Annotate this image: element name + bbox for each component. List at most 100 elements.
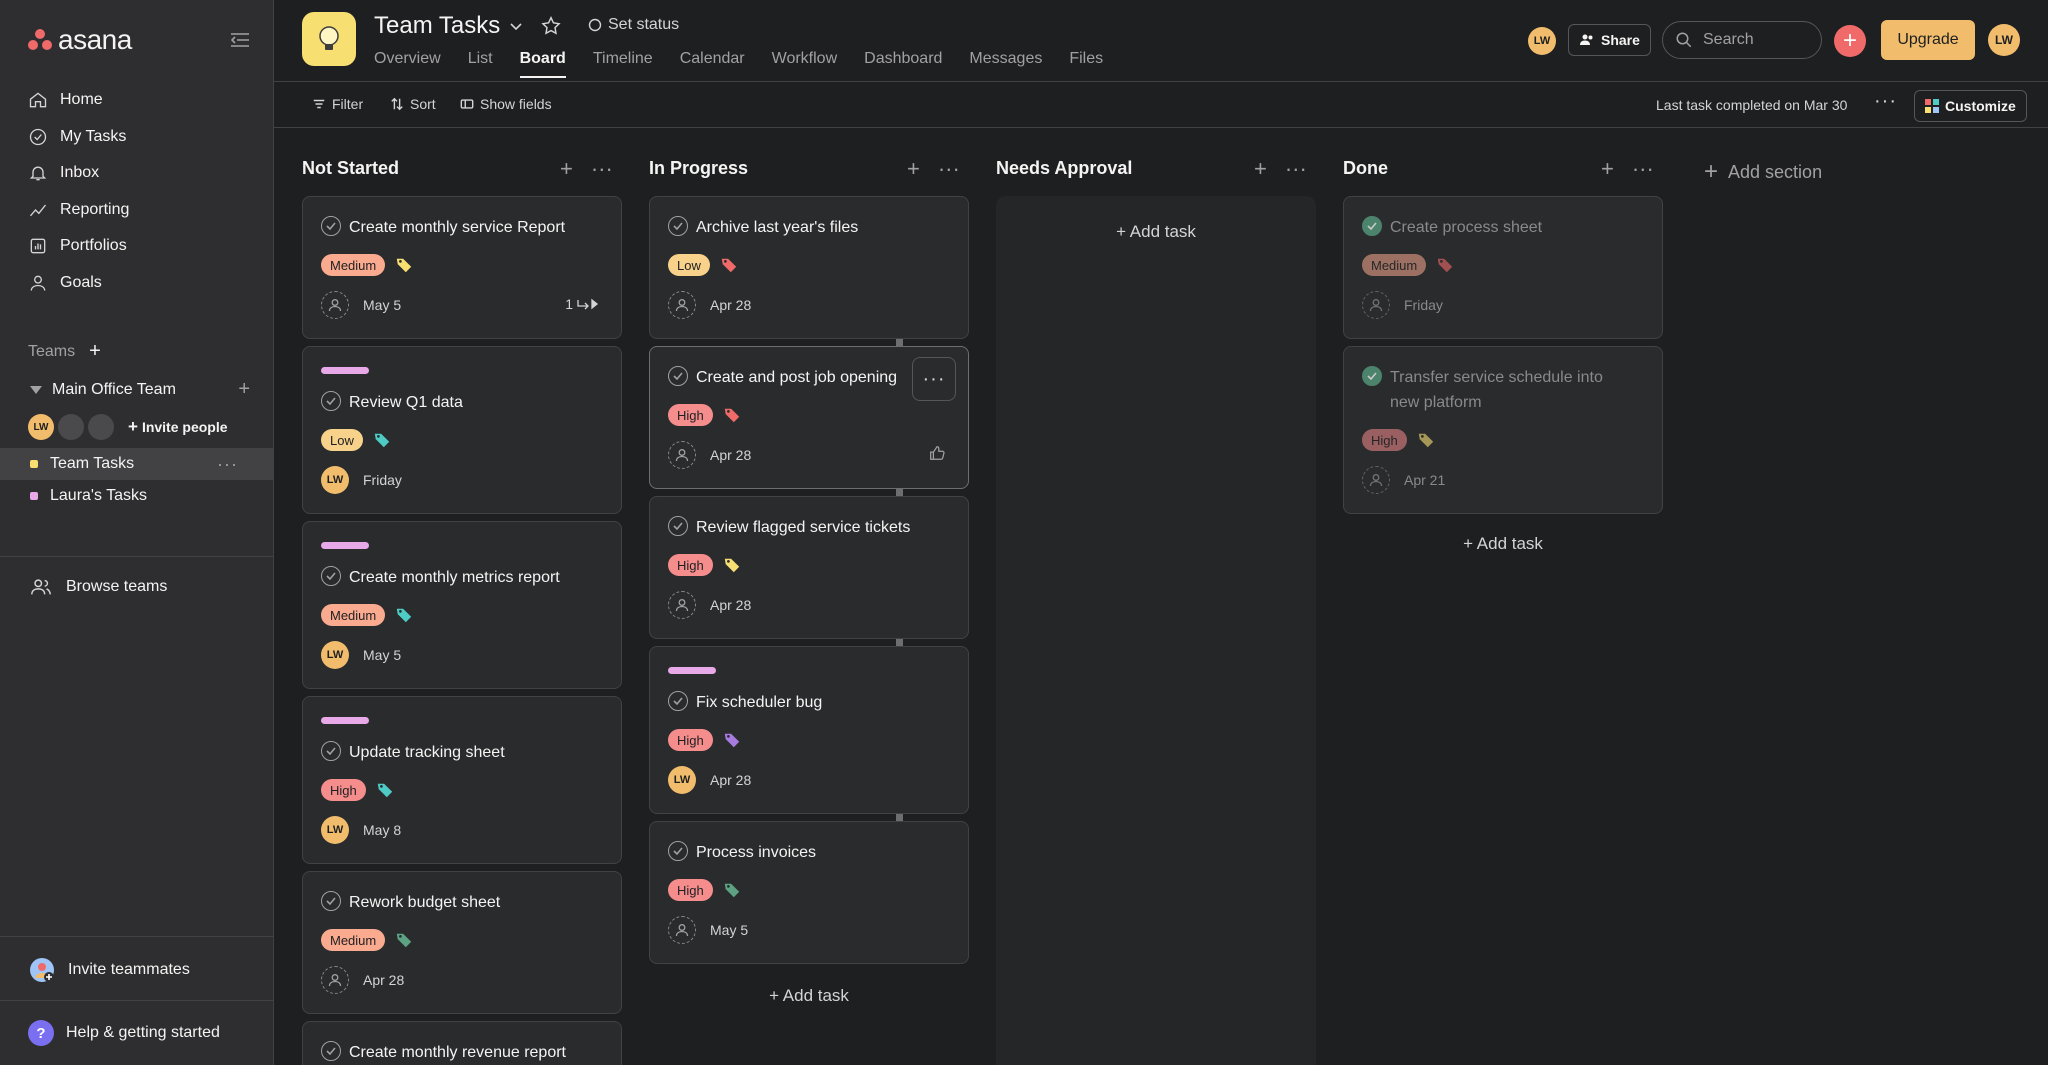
- tab-overview[interactable]: Overview: [374, 50, 441, 76]
- tab-list[interactable]: List: [468, 50, 493, 76]
- sidebar-project-lauras-tasks[interactable]: Laura's Tasks: [0, 480, 274, 512]
- tab-board[interactable]: Board: [519, 50, 567, 78]
- add-section-button[interactable]: + Add section: [1704, 158, 1822, 186]
- sidebar-item-portfolios[interactable]: Portfolios: [0, 228, 274, 265]
- due-date[interactable]: Apr 28: [710, 597, 751, 613]
- complete-checkbox-icon[interactable]: [321, 891, 341, 911]
- team-main-office[interactable]: Main Office Team +: [30, 378, 250, 401]
- add-task-icon[interactable]: +: [560, 156, 573, 182]
- add-task-button[interactable]: + Add task: [649, 986, 969, 1006]
- task-card[interactable]: Create monthly service Report Medium May…: [302, 196, 622, 339]
- task-card[interactable]: Create and post job opening ··· High Apr…: [649, 346, 969, 489]
- sidebar-project-team-tasks[interactable]: Team Tasks ···: [0, 448, 274, 480]
- add-task-button[interactable]: + Add task: [996, 222, 1316, 242]
- complete-checkbox-icon[interactable]: [321, 566, 341, 586]
- avatar[interactable]: [58, 414, 84, 440]
- task-card[interactable]: Rework budget sheet Medium Apr 28: [302, 871, 622, 1014]
- asana-logo[interactable]: asana: [28, 24, 132, 56]
- task-card[interactable]: Create process sheet Medium Friday: [1343, 196, 1663, 339]
- more-icon[interactable]: ···: [1632, 156, 1654, 182]
- complete-checkbox-icon[interactable]: [321, 1041, 341, 1061]
- complete-checkbox-icon[interactable]: [668, 691, 688, 711]
- set-status-button[interactable]: Set status: [588, 16, 679, 34]
- due-date[interactable]: May 5: [710, 922, 748, 938]
- lightbulb-icon[interactable]: [302, 12, 356, 66]
- due-date[interactable]: May 5: [363, 297, 401, 313]
- due-date[interactable]: May 8: [363, 822, 401, 838]
- task-card[interactable]: Update tracking sheet High LW May 8: [302, 696, 622, 864]
- avatar[interactable]: LW: [321, 641, 349, 669]
- completed-check-icon[interactable]: [1362, 366, 1382, 386]
- tab-timeline[interactable]: Timeline: [593, 50, 653, 76]
- task-card[interactable]: Review Q1 data Low LW Friday: [302, 346, 622, 514]
- more-icon[interactable]: ···: [591, 156, 613, 182]
- due-date[interactable]: Friday: [1404, 297, 1443, 313]
- task-card[interactable]: Review flagged service tickets High Apr …: [649, 496, 969, 639]
- avatar[interactable]: LW: [321, 816, 349, 844]
- invite-teammates-button[interactable]: Invite teammates: [28, 956, 190, 984]
- search-input[interactable]: Search: [1662, 21, 1822, 59]
- add-project-icon[interactable]: +: [238, 378, 250, 401]
- task-card[interactable]: Transfer service schedule into new platf…: [1343, 346, 1663, 514]
- help-button[interactable]: ? Help & getting started: [28, 1020, 220, 1046]
- page-title[interactable]: Team Tasks: [374, 12, 500, 40]
- task-card[interactable]: Create monthly metrics report Medium LW M…: [302, 521, 622, 689]
- due-date[interactable]: Apr 21: [1404, 472, 1445, 488]
- more-icon[interactable]: ···: [217, 454, 238, 475]
- sidebar-item-home[interactable]: Home: [0, 82, 274, 119]
- chevron-down-icon[interactable]: [30, 385, 42, 394]
- avatar[interactable]: LW: [321, 466, 349, 494]
- due-date[interactable]: Apr 28: [363, 972, 404, 988]
- complete-checkbox-icon[interactable]: [668, 366, 688, 386]
- tab-messages[interactable]: Messages: [969, 50, 1042, 76]
- assignee-placeholder-icon[interactable]: [668, 591, 696, 619]
- assignee-placeholder-icon[interactable]: [668, 441, 696, 469]
- task-card[interactable]: Create monthly revenue report: [302, 1021, 622, 1065]
- filter-button[interactable]: Filter: [312, 96, 363, 112]
- task-card[interactable]: Process invoices High May 5: [649, 821, 969, 964]
- add-task-icon[interactable]: +: [1254, 156, 1267, 182]
- avatar[interactable]: LW: [668, 766, 696, 794]
- collapse-sidebar-icon[interactable]: [228, 28, 252, 52]
- more-icon[interactable]: ···: [1285, 156, 1307, 182]
- due-date[interactable]: Apr 28: [710, 772, 751, 788]
- complete-checkbox-icon[interactable]: [321, 391, 341, 411]
- add-task-button[interactable]: + Add task: [1343, 534, 1663, 554]
- due-date[interactable]: Apr 28: [710, 447, 751, 463]
- share-button[interactable]: Share: [1568, 24, 1651, 56]
- assignee-placeholder-icon[interactable]: [668, 291, 696, 319]
- show-fields-button[interactable]: Show fields: [460, 96, 552, 112]
- more-icon[interactable]: ···: [1874, 90, 1897, 113]
- due-date[interactable]: May 5: [363, 647, 401, 663]
- task-card[interactable]: Fix scheduler bug High LW Apr 28: [649, 646, 969, 814]
- invite-people-button[interactable]: + Invite people: [128, 417, 228, 437]
- complete-checkbox-icon[interactable]: [321, 216, 341, 236]
- assignee-placeholder-icon[interactable]: [321, 966, 349, 994]
- thumbs-up-icon[interactable]: [928, 444, 946, 462]
- sort-button[interactable]: Sort: [390, 96, 436, 112]
- tab-calendar[interactable]: Calendar: [680, 50, 745, 76]
- tab-dashboard[interactable]: Dashboard: [864, 50, 942, 76]
- avatar[interactable]: [88, 414, 114, 440]
- more-icon[interactable]: ···: [938, 156, 960, 182]
- completed-check-icon[interactable]: [1362, 216, 1382, 236]
- assignee-placeholder-icon[interactable]: [1362, 466, 1390, 494]
- assignee-placeholder-icon[interactable]: [668, 916, 696, 944]
- tab-files[interactable]: Files: [1069, 50, 1103, 76]
- add-team-icon[interactable]: +: [89, 340, 101, 363]
- complete-checkbox-icon[interactable]: [668, 516, 688, 536]
- complete-checkbox-icon[interactable]: [668, 841, 688, 861]
- due-date[interactable]: Apr 28: [710, 297, 751, 313]
- browse-teams-link[interactable]: Browse teams: [30, 576, 167, 598]
- avatar[interactable]: LW: [28, 414, 54, 440]
- tab-workflow[interactable]: Workflow: [772, 50, 838, 76]
- add-task-icon[interactable]: +: [1601, 156, 1614, 182]
- subtask-count[interactable]: 1: [565, 296, 599, 312]
- assignee-placeholder-icon[interactable]: [321, 291, 349, 319]
- task-card[interactable]: Archive last year's files Low Apr 28: [649, 196, 969, 339]
- user-avatar[interactable]: LW: [1988, 24, 2020, 56]
- complete-checkbox-icon[interactable]: [321, 741, 341, 761]
- avatar[interactable]: LW: [1528, 27, 1556, 55]
- complete-checkbox-icon[interactable]: [668, 216, 688, 236]
- chevron-down-icon[interactable]: [508, 18, 524, 39]
